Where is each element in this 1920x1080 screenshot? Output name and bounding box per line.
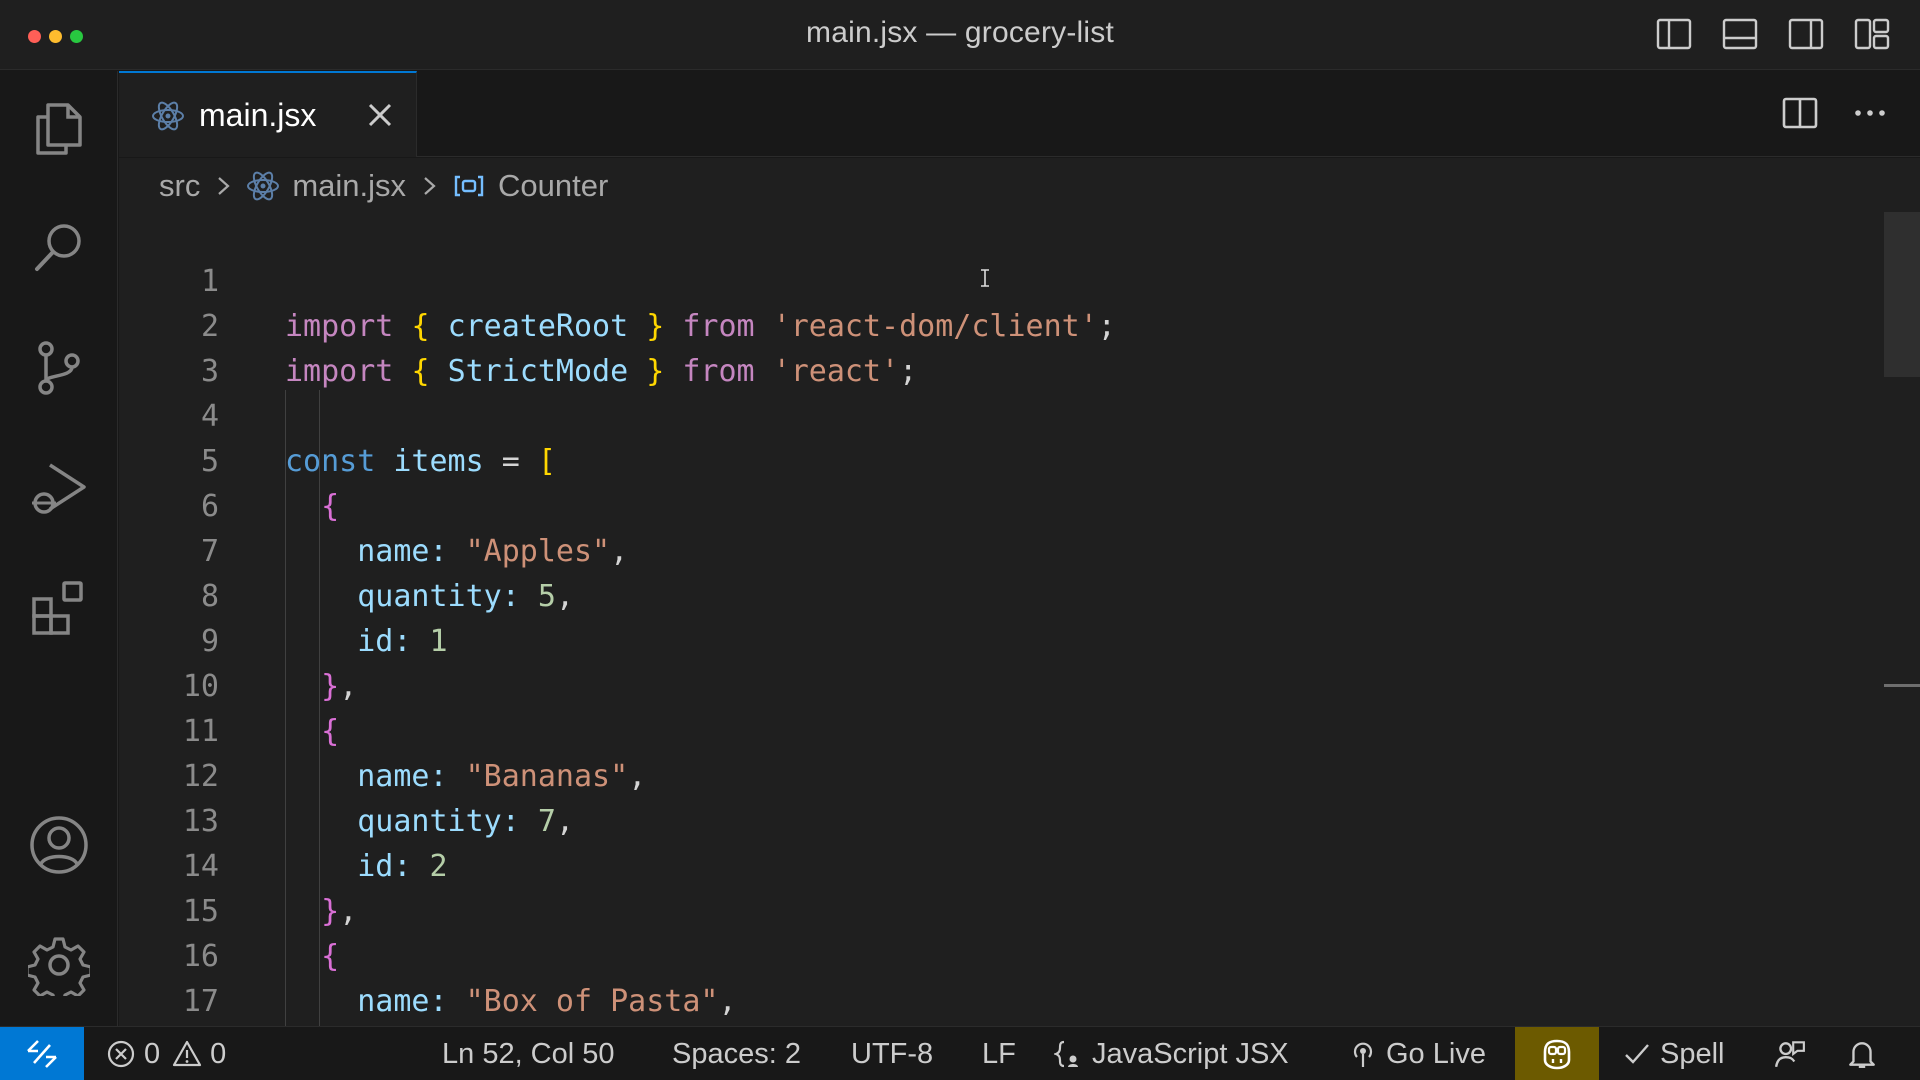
text-cursor-icon xyxy=(981,269,989,287)
window-title: main.jsx — grocery-list xyxy=(806,16,1114,49)
indentation-setting[interactable]: Spaces: 2 xyxy=(672,1027,801,1080)
status-bar: 0 0 Ln 52, Col 50 Spaces: 2 UTF-8 LF Jav… xyxy=(0,1026,1920,1080)
accounts-icon[interactable] xyxy=(28,814,90,876)
react-file-icon xyxy=(152,101,184,131)
code-line: 1 import { createRoot } from 'react-dom/… xyxy=(200,264,1116,344)
go-live-label: Go Live xyxy=(1386,1037,1486,1070)
code-line: 6 name: "Apples", xyxy=(200,489,629,569)
activity-bar xyxy=(0,71,118,1026)
spell-label: Spell xyxy=(1660,1037,1725,1070)
chevron-right-icon xyxy=(218,177,230,195)
language-mode[interactable]: JavaScript JSX xyxy=(1054,1027,1289,1080)
symbol-variable-icon xyxy=(454,175,484,197)
code-line: 8 id: 1 xyxy=(200,579,448,659)
more-actions-icon[interactable] xyxy=(1850,93,1890,138)
code-line: 16 name: "Box of Pasta", xyxy=(182,939,737,1019)
encoding-setting[interactable]: UTF-8 xyxy=(851,1027,933,1080)
code-line: 12 quantity: 7, xyxy=(182,759,574,839)
copilot-status[interactable] xyxy=(1515,1027,1599,1080)
code-line: 15 { xyxy=(182,894,340,974)
code-line: 3 xyxy=(200,354,219,389)
breadcrumb: src main.jsx Counter xyxy=(159,166,608,206)
remote-indicator[interactable] xyxy=(0,1027,84,1080)
code-line: 18 id: 3 xyxy=(119,979,1819,1024)
code-line: 11 name: "Bananas", xyxy=(182,714,647,794)
spell-check-status[interactable]: Spell xyxy=(1622,1027,1725,1080)
breadcrumb-symbol[interactable]: Counter xyxy=(498,168,608,204)
eol-setting[interactable]: LF xyxy=(982,1027,1016,1080)
code-line: 5 { xyxy=(200,444,340,524)
toggle-primary-sidebar-icon[interactable] xyxy=(1656,16,1692,57)
react-file-icon xyxy=(247,171,280,201)
scrollbar-thumb[interactable] xyxy=(1884,212,1920,377)
warning-count: 0 xyxy=(210,1037,227,1070)
broadcast-icon xyxy=(1353,1042,1373,1067)
code-line: 7 quantity: 5, xyxy=(200,534,574,614)
code-line: 10 { xyxy=(182,669,340,749)
code-line: 17 quantity: 1, xyxy=(182,984,219,1019)
run-debug-icon[interactable] xyxy=(28,457,90,519)
go-live-button[interactable]: Go Live xyxy=(1348,1027,1486,1080)
title-bar: main.jsx — grocery-list xyxy=(0,0,1920,70)
notifications-bell-icon[interactable] xyxy=(1846,1027,1886,1080)
warning-icon xyxy=(173,1040,202,1067)
code-line: 2 import { StrictMode } from 'react'; xyxy=(200,309,918,389)
editor-tab-bar: main.jsx xyxy=(119,71,1920,157)
language-label: JavaScript JSX xyxy=(1092,1037,1289,1070)
toggle-secondary-sidebar-icon[interactable] xyxy=(1788,16,1824,57)
braces-icon xyxy=(1054,1040,1078,1068)
split-editor-icon[interactable] xyxy=(1780,93,1820,138)
error-icon xyxy=(107,1040,135,1068)
scrollbar-marker xyxy=(1884,684,1920,687)
problems-indicator[interactable]: 0 0 xyxy=(106,1027,226,1080)
code-line: 14 }, xyxy=(182,849,358,929)
tab-actions xyxy=(1780,93,1890,138)
cursor-position[interactable]: Ln 52, Col 50 xyxy=(442,1027,615,1080)
customize-layout-icon[interactable] xyxy=(1854,16,1890,57)
remote-icon xyxy=(27,1040,57,1068)
feedback-icon[interactable] xyxy=(1774,1027,1814,1080)
code-editor[interactable]: 1 import { createRoot } from 'react-dom/… xyxy=(119,210,1884,1026)
tab-label: main.jsx xyxy=(199,97,317,133)
chevron-right-icon xyxy=(424,177,436,195)
code-line: 4 const items = [ xyxy=(200,399,556,479)
tab-main-jsx[interactable]: main.jsx xyxy=(119,71,417,157)
extensions-icon[interactable] xyxy=(28,577,90,639)
explorer-icon[interactable] xyxy=(28,97,90,159)
layout-controls xyxy=(1656,16,1890,57)
close-tab-icon[interactable] xyxy=(364,99,396,131)
check-icon xyxy=(1625,1044,1649,1064)
error-count: 0 xyxy=(144,1037,161,1070)
copilot-icon xyxy=(1543,1039,1571,1070)
settings-gear-icon[interactable] xyxy=(25,934,93,1005)
breadcrumb-file[interactable]: main.jsx xyxy=(292,168,406,204)
breadcrumb-folder[interactable]: src xyxy=(159,168,200,204)
source-control-icon[interactable] xyxy=(28,337,90,399)
code-line: 13 id: 2 xyxy=(182,804,448,884)
search-icon[interactable] xyxy=(28,217,90,279)
toggle-panel-icon[interactable] xyxy=(1722,16,1758,57)
code-line: 9 }, xyxy=(200,624,358,704)
